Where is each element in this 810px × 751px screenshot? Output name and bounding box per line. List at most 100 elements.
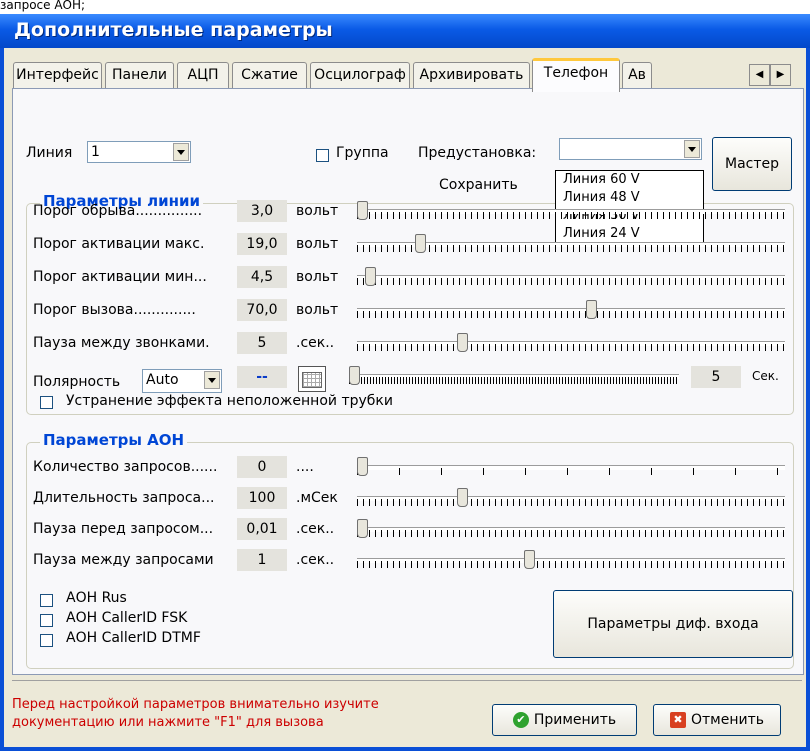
line-param-slider-thumb[interactable]	[586, 300, 597, 319]
aon-param-label: Пауза перед запросом...	[33, 521, 214, 537]
aon-param-unit: .сек..	[296, 552, 335, 568]
polarity-dash-field[interactable]: --	[237, 366, 287, 388]
calendar-icon[interactable]	[298, 366, 326, 392]
master-button[interactable]: Мастер	[712, 137, 792, 191]
aon-fsk-checkbox[interactable]	[40, 614, 53, 627]
preset-label: Предустановка:	[418, 145, 537, 161]
chevron-down-icon[interactable]	[204, 371, 220, 389]
offhook-label: Устранение эффекта неположенной трубки	[66, 393, 393, 409]
tab-telephone[interactable]: Телефон	[532, 58, 620, 92]
aon-param-value: 100	[237, 487, 287, 509]
group-checkbox[interactable]	[316, 149, 329, 162]
aon-rus-checkbox[interactable]	[40, 594, 53, 607]
polarity-slider[interactable]	[349, 366, 679, 386]
aon-dtmf-checkbox[interactable]	[40, 634, 53, 647]
polarity-select-value: Auto	[146, 372, 179, 388]
line-param-slider-thumb[interactable]	[357, 201, 368, 220]
polarity-select[interactable]: Auto	[142, 369, 222, 393]
chevron-down-icon[interactable]	[684, 140, 700, 158]
tab-panels[interactable]: Панели	[105, 62, 174, 89]
tab-oscillograph[interactable]: Осцилограф	[310, 62, 410, 89]
line-param-unit: вольт	[296, 203, 339, 219]
line-param-unit: вольт	[296, 302, 339, 318]
group-checkbox-label: Группа	[336, 145, 389, 161]
arrow-right-icon: ▶	[776, 69, 785, 80]
aon-param-unit: .мСек	[296, 490, 338, 506]
aon-param-slider[interactable]	[357, 550, 785, 570]
aon-param-label: Длительность запроса...	[33, 490, 215, 506]
polarity-seconds-value: 5	[691, 366, 741, 388]
line-param-label: Порог активации мин...	[33, 269, 207, 285]
aon-param-slider-thumb[interactable]	[524, 550, 535, 569]
aon-param-value: 1	[237, 549, 287, 571]
offhook-checkbox[interactable]	[40, 396, 53, 409]
aon-param-label: Количество запросов......	[33, 459, 218, 475]
line-param-unit: вольт	[296, 236, 339, 252]
line-select[interactable]: 1	[87, 141, 191, 163]
aon-param-slider[interactable]	[357, 488, 785, 508]
aon-rus-label: АОН Rus	[66, 590, 127, 606]
line-label: Линия	[26, 145, 73, 161]
tab-compression[interactable]: Сжатие	[232, 62, 307, 89]
footer-note-line2: документацию или нажмите "F1" для вызова	[12, 715, 324, 730]
footer-divider	[12, 680, 802, 681]
apply-label: Применить	[533, 712, 617, 728]
line-param-label: Пауза между звонками.	[33, 335, 210, 351]
line-param-value: 3,0	[237, 200, 287, 222]
aon-param-slider-thumb[interactable]	[357, 519, 368, 538]
line-param-label: Порог активации макс.	[33, 236, 205, 252]
aon-param-slider-thumb[interactable]	[357, 457, 368, 476]
tab-archive[interactable]: Архивировать	[413, 62, 530, 89]
aon-dtmf-label: АОН CallerID DTMF	[66, 630, 201, 646]
line-param-value: 4,5	[237, 266, 287, 288]
line-param-slider[interactable]	[357, 201, 785, 221]
aon-param-unit: ....	[296, 459, 314, 475]
arrow-left-icon: ◀	[755, 69, 764, 80]
close-icon: ✖	[669, 712, 686, 728]
line-param-value: 19,0	[237, 233, 287, 255]
apply-button[interactable]: ✔ Применить	[492, 704, 637, 736]
aon-param-slider[interactable]	[357, 457, 785, 477]
line-param-value: 70,0	[237, 299, 287, 321]
line-select-value: 1	[91, 144, 100, 160]
line-param-unit: вольт	[296, 269, 339, 285]
polarity-seconds-unit: Сек.	[752, 369, 779, 383]
aon-param-value: 0	[237, 456, 287, 478]
tab-auto[interactable]: Ав	[622, 62, 652, 89]
tab-adc[interactable]: АЦП	[177, 62, 229, 89]
diff-input-params-button[interactable]: Параметры диф. входа	[553, 590, 793, 658]
preset-option[interactable]: Линия 60 V	[563, 172, 640, 187]
line-param-slider[interactable]	[357, 267, 785, 287]
aon-fsk-label: АОН CallerID FSK	[66, 610, 188, 626]
line-param-value: 5	[237, 332, 287, 354]
cancel-button[interactable]: ✖ Отменить	[653, 704, 781, 736]
aon-param-value: 0,01	[237, 518, 287, 540]
line-param-label: Порог обрыва...............	[33, 203, 203, 219]
line-param-slider[interactable]	[357, 300, 785, 320]
aon-params-title: Параметры АОН	[40, 431, 188, 449]
preset-select[interactable]	[559, 138, 702, 160]
line-param-slider-thumb[interactable]	[457, 333, 468, 352]
tab-interface[interactable]: Интерфейс	[13, 62, 102, 89]
aon-param-slider-thumb[interactable]	[457, 488, 468, 507]
chevron-down-icon[interactable]	[173, 143, 189, 161]
line-param-unit: .сек..	[296, 335, 335, 351]
save-preset-label[interactable]: Сохранить	[439, 177, 518, 193]
line-param-slider[interactable]	[357, 333, 785, 353]
line-param-slider[interactable]	[357, 234, 785, 254]
line-param-label: Порог вызова..............	[33, 302, 196, 318]
background-text: запросе АОН;	[0, 0, 810, 14]
window-title: Дополнительные параметры	[14, 19, 333, 41]
line-param-slider-thumb[interactable]	[365, 267, 376, 286]
footer-note-line1: Перед настройкой параметров внимательно …	[12, 697, 379, 712]
line-param-slider-thumb[interactable]	[415, 234, 426, 253]
polarity-slider-thumb[interactable]	[349, 366, 360, 385]
cancel-label: Отменить	[690, 712, 764, 728]
aon-param-slider[interactable]	[357, 519, 785, 539]
polarity-label: Полярность	[33, 374, 121, 390]
tab-scroll-left-button[interactable]: ◀	[749, 64, 770, 86]
check-icon: ✔	[512, 712, 529, 728]
tab-scroll-right-button[interactable]: ▶	[770, 64, 791, 86]
aon-param-label: Пауза между запросами	[33, 552, 214, 568]
aon-param-unit: .сек..	[296, 521, 335, 537]
